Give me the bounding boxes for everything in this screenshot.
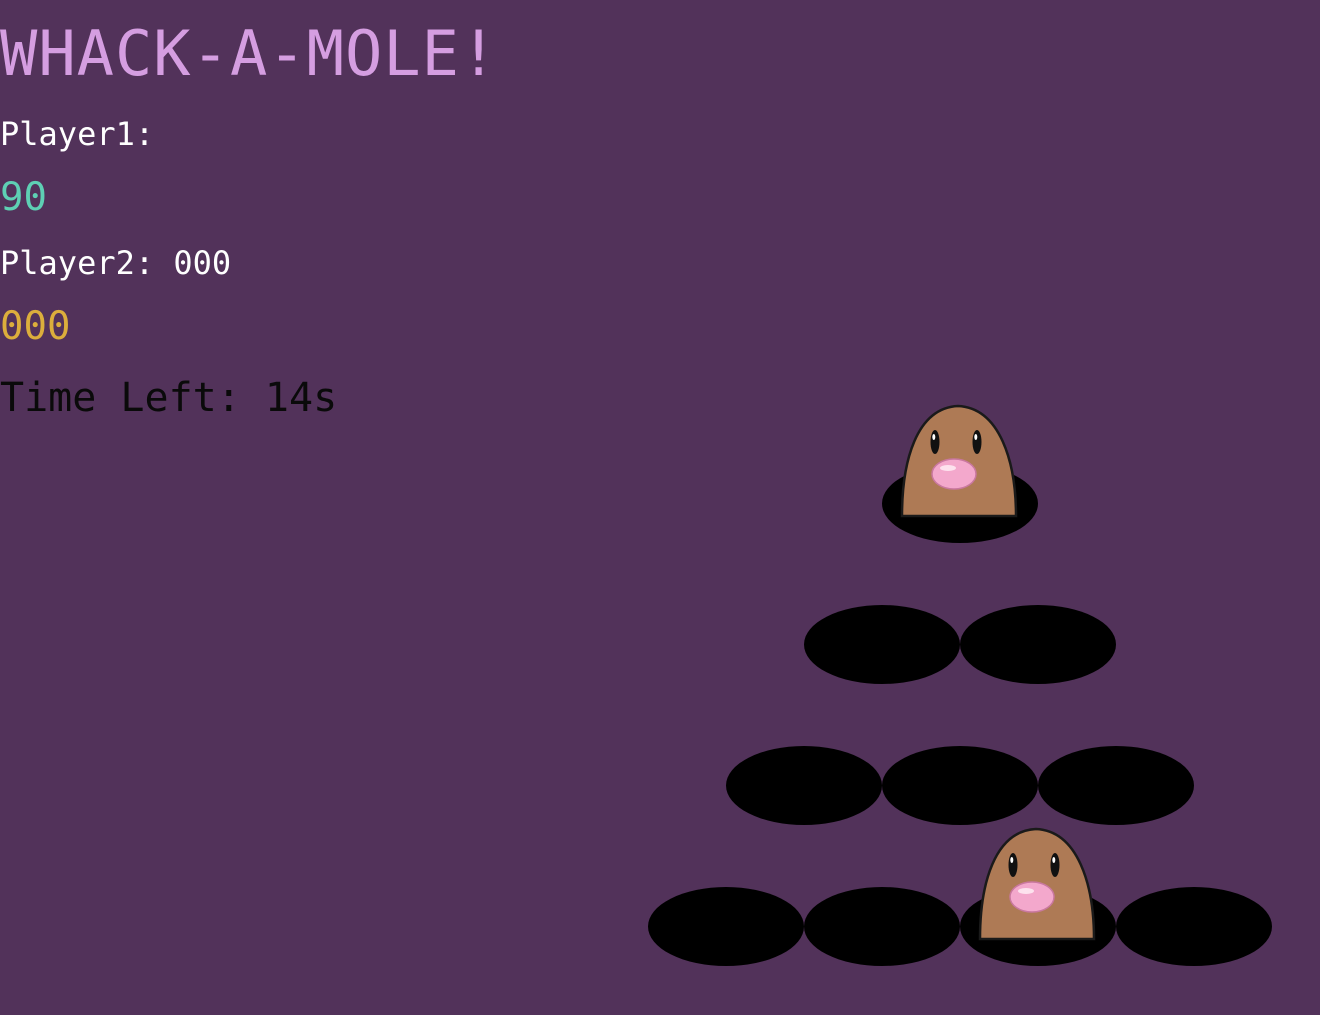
mole-r4-c3[interactable] xyxy=(976,825,1100,949)
hole-r4-c4[interactable] xyxy=(1116,887,1272,966)
hole-r2-c2[interactable] xyxy=(960,605,1116,684)
game-title: WHACK-A-MOLE! xyxy=(0,17,499,90)
hole-r4-c2[interactable] xyxy=(804,887,960,966)
mole-r1-c1[interactable] xyxy=(898,402,1022,526)
hole-r4-c1[interactable] xyxy=(648,887,804,966)
player1-score: 90 xyxy=(0,175,47,220)
player2-label: Player2: 000 xyxy=(0,244,232,282)
hole-r3-c2[interactable] xyxy=(882,746,1038,825)
player2-score: 000 xyxy=(0,304,71,349)
player1-label: Player1: xyxy=(0,115,155,153)
game-stage: WHACK-A-MOLE! Player1: 90 Player2: 000 0… xyxy=(0,0,1320,1015)
hole-r3-c1[interactable] xyxy=(726,746,882,825)
hole-r3-c3[interactable] xyxy=(1038,746,1194,825)
hole-r2-c1[interactable] xyxy=(804,605,960,684)
time-left: Time Left: 14s xyxy=(0,375,338,421)
